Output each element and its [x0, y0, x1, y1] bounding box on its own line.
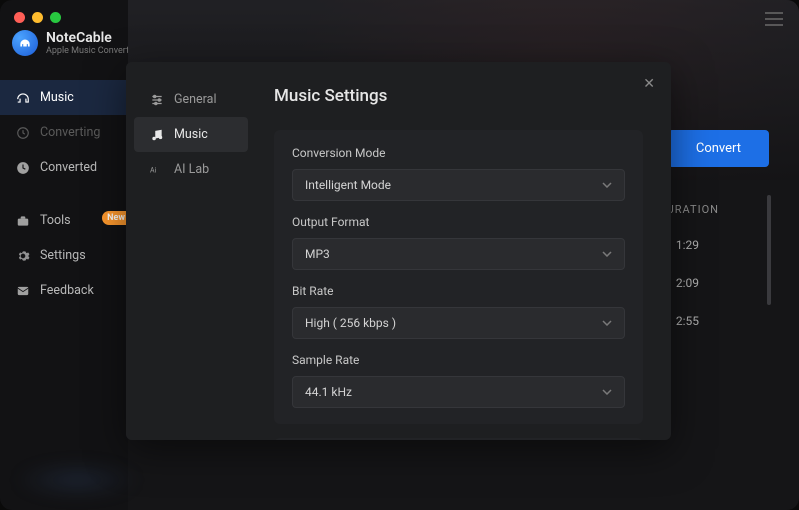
tab-ai-lab[interactable]: Ai AI Lab [134, 152, 248, 187]
app-logo-icon [12, 30, 38, 56]
select-value: Intelligent Mode [305, 178, 391, 192]
duration-list: 1:29 2:09 2:55 [676, 238, 699, 328]
scrollbar-thumb[interactable] [767, 195, 771, 305]
select-sample-rate[interactable]: 44.1 kHz [292, 376, 625, 408]
sidebar-item-label: Converted [40, 160, 97, 175]
settings-tabs: General Music Ai AI Lab [126, 62, 256, 440]
tab-music[interactable]: Music [134, 117, 248, 152]
app-title: NoteCable [46, 30, 137, 46]
bottom-blur-area [14, 462, 140, 498]
tab-general[interactable]: General [134, 82, 248, 117]
sliders-icon [150, 93, 164, 107]
window-maximize-button[interactable] [50, 12, 61, 23]
sidebar-item-music[interactable]: Music [0, 80, 128, 115]
duration-value: 2:09 [676, 276, 699, 290]
window-controls [14, 12, 61, 23]
sidebar-item-label: Tools [40, 213, 71, 228]
app-brand: NoteCable Apple Music Converter [12, 30, 137, 56]
mail-icon [16, 284, 30, 298]
sidebar-item-converting[interactable]: Converting [0, 115, 128, 150]
app-subtitle: Apple Music Converter [46, 46, 137, 56]
sidebar-item-settings[interactable]: Settings [0, 238, 128, 273]
music-note-icon [150, 128, 164, 142]
field-label-output-format: Output Format [292, 215, 625, 229]
sidebar-item-label: Converting [40, 125, 100, 140]
sidebar-item-feedback[interactable]: Feedback [0, 273, 128, 308]
panel-title: Music Settings [274, 86, 643, 106]
window-close-button[interactable] [14, 12, 25, 23]
select-conversion-mode[interactable]: Intelligent Mode [292, 169, 625, 201]
column-header-duration: URATION [667, 203, 719, 216]
settings-panel: ✕ Music Settings Conversion Mode Intelli… [256, 62, 671, 440]
sidebar-item-label: Feedback [40, 283, 94, 298]
sidebar-item-tools[interactable]: Tools New [0, 203, 128, 238]
duration-value: 1:29 [676, 238, 699, 252]
select-value: 44.1 kHz [305, 385, 352, 399]
sidebar-item-label: Music [40, 90, 74, 105]
select-bit-rate[interactable]: High ( 256 kbps ) [292, 307, 625, 339]
window-minimize-button[interactable] [32, 12, 43, 23]
sidebar-item-label: Settings [40, 248, 86, 263]
settings-modal: General Music Ai AI Lab ✕ Music Settings… [126, 62, 671, 440]
toolbox-icon [16, 214, 30, 228]
field-label-conversion-mode: Conversion Mode [292, 146, 625, 160]
chevron-down-icon [602, 320, 612, 326]
tab-label: General [174, 92, 217, 107]
field-label-sample-rate: Sample Rate [292, 353, 625, 367]
duration-value: 2:55 [676, 314, 699, 328]
field-label-bit-rate: Bit Rate [292, 284, 625, 298]
application-window: NoteCable Apple Music Converter Music Co… [0, 0, 799, 510]
chevron-down-icon [602, 251, 612, 257]
headphones-icon [16, 91, 30, 105]
settings-group-audio: Conversion Mode Intelligent Mode Output … [274, 130, 643, 424]
converting-icon [16, 126, 30, 140]
select-output-format[interactable]: MP3 [292, 238, 625, 270]
tab-label: Music [174, 127, 208, 142]
settings-group-output: Output Folder ... [274, 438, 643, 440]
svg-text:Ai: Ai [150, 166, 157, 174]
chevron-down-icon [602, 182, 612, 188]
sidebar-item-converted[interactable]: Converted [0, 150, 128, 185]
convert-button[interactable]: Convert [668, 130, 769, 167]
gear-icon [16, 249, 30, 263]
clock-icon [16, 161, 30, 175]
sidebar: Music Converting Converted Tools New Set… [0, 80, 128, 308]
menu-icon[interactable] [765, 12, 783, 26]
chevron-down-icon [602, 389, 612, 395]
ai-icon: Ai [150, 163, 164, 177]
select-value: High ( 256 kbps ) [305, 316, 396, 330]
tab-label: AI Lab [174, 162, 209, 177]
close-icon[interactable]: ✕ [643, 76, 655, 92]
select-value: MP3 [305, 247, 330, 261]
